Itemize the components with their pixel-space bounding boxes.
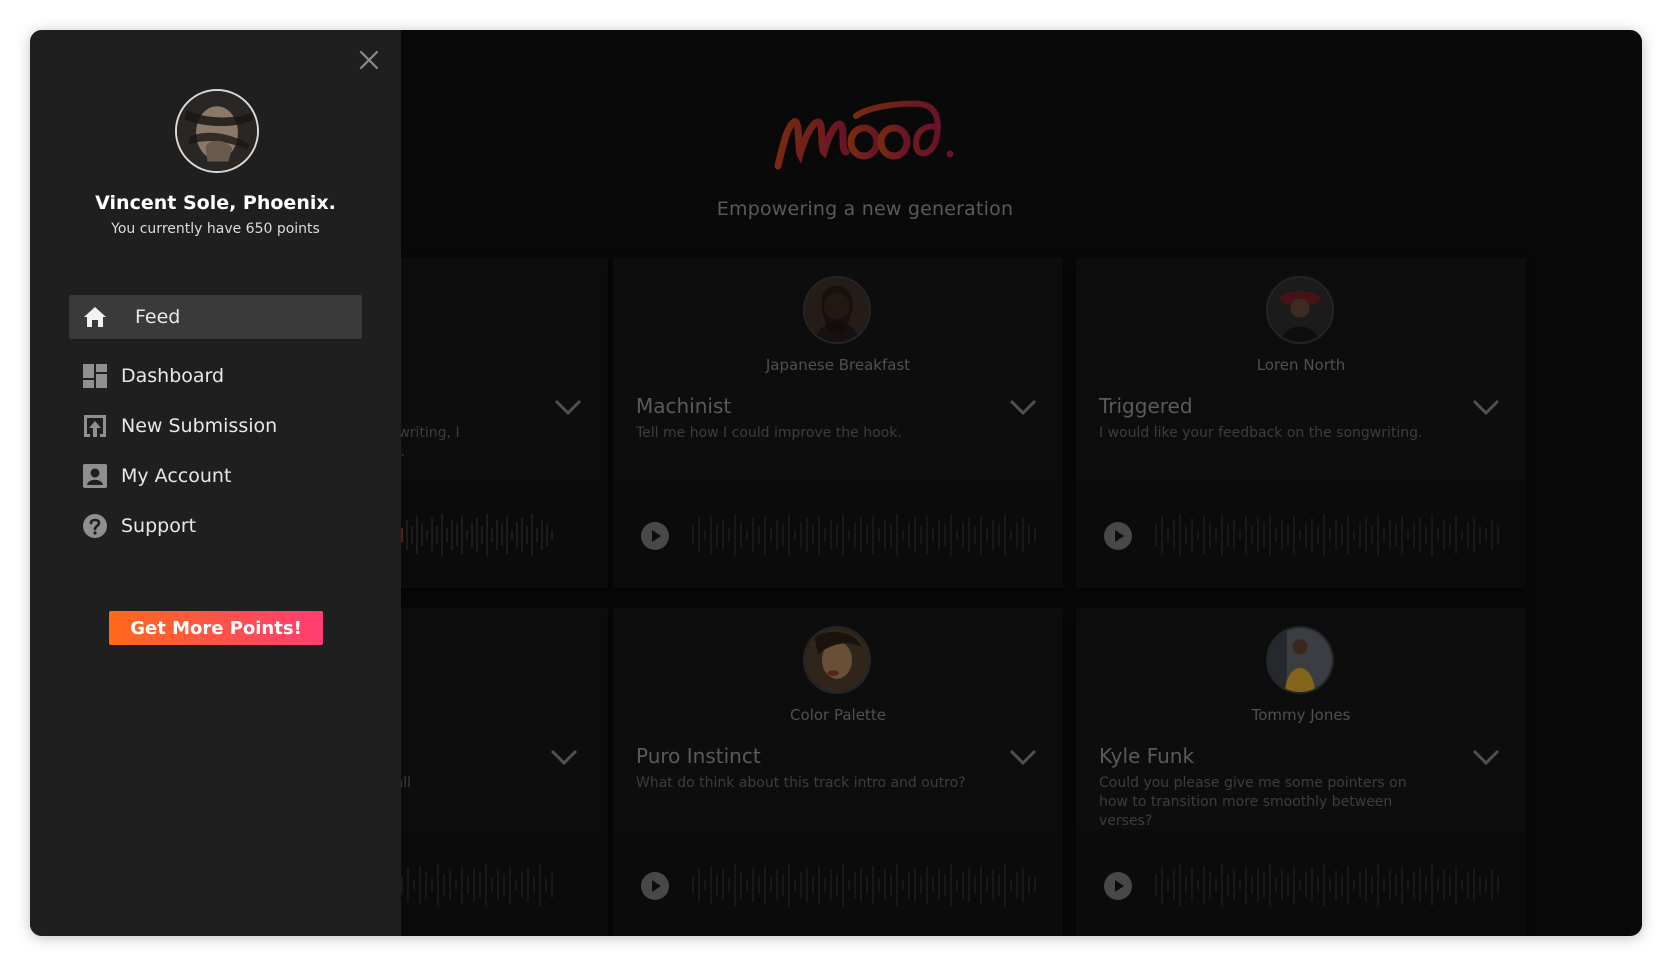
sidebar-item-feed[interactable]: Feed (69, 295, 362, 339)
sidebar-item-support[interactable]: Support (69, 504, 362, 548)
get-more-points-button[interactable]: Get More Points! (109, 611, 323, 645)
sidebar-item-label: New Submission (121, 415, 278, 437)
help-icon (83, 514, 107, 538)
upload-icon (84, 415, 106, 437)
app-window: Empowering a new generation ple ongwriti… (30, 30, 1642, 936)
close-icon[interactable] (357, 48, 381, 72)
sidebar-item-label: My Account (121, 465, 232, 487)
user-name: Vincent Sole, Phoenix. (95, 192, 336, 214)
dashboard-icon (83, 364, 107, 388)
points-balance: You currently have 650 points (111, 221, 320, 237)
avatar[interactable] (175, 89, 259, 173)
sidebar-item-label: Support (121, 515, 197, 537)
sidebar-item-new-submission[interactable]: New Submission (69, 404, 362, 448)
sidebar-item-dashboard[interactable]: Dashboard (69, 354, 362, 398)
sidebar-item-label: Dashboard (121, 365, 225, 387)
sidebar-item-my-account[interactable]: My Account (69, 454, 362, 498)
sidebar-item-label: Feed (135, 306, 181, 328)
home-icon (84, 307, 106, 327)
account-icon (83, 464, 107, 488)
sidebar-drawer: Vincent Sole, Phoenix. You currently hav… (30, 30, 401, 936)
